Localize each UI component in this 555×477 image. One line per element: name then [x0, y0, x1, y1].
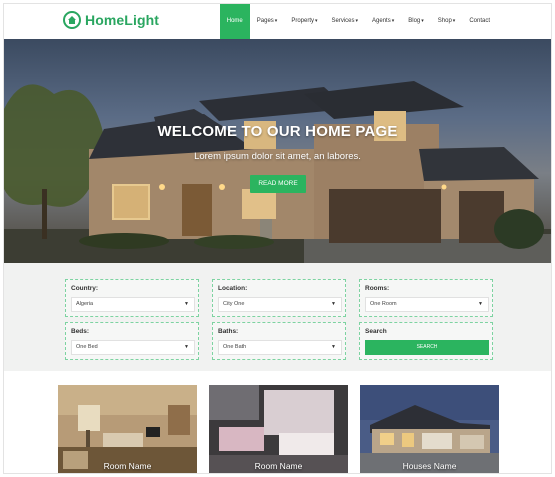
nav-item-property[interactable]: Property▾: [284, 4, 324, 39]
nav-item-agents[interactable]: Agents▾: [365, 4, 401, 39]
top-navbar: HomeLight Home Pages▾ Property▾ Services…: [4, 4, 551, 39]
beds-field: Beds: One Bed ▼: [65, 322, 199, 360]
rooms-value: One Room: [370, 301, 397, 307]
chevron-down-icon: ▾: [315, 18, 318, 24]
chevron-down-icon: ▾: [274, 18, 278, 24]
chevron-down-icon: ▾: [391, 18, 395, 24]
brand-name: HomeLight: [85, 12, 160, 28]
card-title: Room Name: [254, 461, 303, 471]
rooms-label: Rooms:: [365, 285, 390, 292]
house-icon: [63, 11, 81, 29]
beds-select[interactable]: One Bed ▼: [71, 340, 195, 355]
nav-label: Home: [226, 18, 243, 24]
property-search-panel: Country: Algeria ▼ Location: City One ▼ Ro…: [4, 263, 551, 371]
chevron-down-icon: ▾: [421, 18, 424, 24]
featured-listings: Room Name Room Name Houses Name: [4, 371, 551, 473]
rooms-field: Rooms: One Room ▼: [359, 279, 493, 317]
location-label: Location:: [218, 285, 248, 292]
beds-value: One Bed: [76, 344, 98, 350]
caret-down-icon: ▼: [184, 301, 189, 307]
location-value: City One: [223, 301, 245, 307]
hero-subtitle: Lorem ipsum dolor sit amet, an labores.: [194, 151, 361, 162]
caret-down-icon: ▼: [184, 344, 189, 350]
listing-card[interactable]: Room Name: [58, 385, 197, 473]
location-select[interactable]: City One ▼: [218, 297, 342, 312]
baths-select[interactable]: One Bath ▼: [218, 340, 342, 355]
nav-label: Agents: [372, 18, 391, 24]
listing-card[interactable]: Room Name: [209, 385, 348, 473]
search-button[interactable]: SEARCH: [365, 340, 489, 355]
hero-banner: WELCOME TO OUR HOME PAGE Lorem ipsum dol…: [4, 39, 551, 263]
listing-card[interactable]: Houses Name: [360, 385, 499, 473]
caret-down-icon: ▼: [331, 344, 336, 350]
brand-logo[interactable]: HomeLight: [63, 11, 159, 29]
baths-label: Baths:: [218, 328, 239, 335]
search-label: Search: [365, 328, 387, 335]
nav-item-pages[interactable]: Pages▾: [250, 4, 285, 39]
nav-item-contact[interactable]: Contact: [462, 4, 497, 39]
location-field: Location: City One ▼: [212, 279, 346, 317]
nav-item-services[interactable]: Services▾: [325, 4, 366, 39]
nav-item-home[interactable]: Home: [219, 4, 250, 39]
country-value: Algeria: [76, 301, 94, 307]
country-select[interactable]: Algeria ▼: [71, 297, 195, 312]
beds-label: Beds:: [71, 328, 90, 335]
country-field: Country: Algeria ▼: [65, 279, 199, 317]
nav-label: Shop: [437, 18, 452, 24]
nav-label: Services: [331, 18, 355, 24]
nav-label: Contact: [469, 18, 490, 24]
baths-value: One Bath: [223, 344, 247, 350]
card-title: Houses Name: [402, 461, 457, 471]
nav-label: Blog: [408, 18, 421, 24]
chevron-down-icon: ▾: [355, 18, 359, 24]
nav-label: Pages: [256, 18, 274, 24]
main-menu: Home Pages▾ Property▾ Services▾ Agents▾ …: [219, 4, 497, 39]
search-field: Search SEARCH: [359, 322, 493, 360]
card-title: Room Name: [103, 461, 152, 471]
page-frame: HomeLight Home Pages▾ Property▾ Services…: [3, 3, 552, 474]
nav-label: Property: [291, 18, 314, 24]
hero-title: WELCOME TO OUR HOME PAGE: [157, 123, 398, 140]
country-label: Country:: [71, 285, 99, 292]
caret-down-icon: ▼: [478, 301, 483, 307]
nav-item-shop[interactable]: Shop▾: [431, 4, 463, 39]
caret-down-icon: ▼: [331, 301, 336, 307]
baths-field: Baths: One Bath ▼: [212, 322, 346, 360]
read-more-button[interactable]: READ MORE: [250, 175, 306, 193]
rooms-select[interactable]: One Room ▼: [365, 297, 489, 312]
chevron-down-icon: ▾: [452, 18, 456, 24]
nav-item-blog[interactable]: Blog▾: [401, 4, 431, 39]
